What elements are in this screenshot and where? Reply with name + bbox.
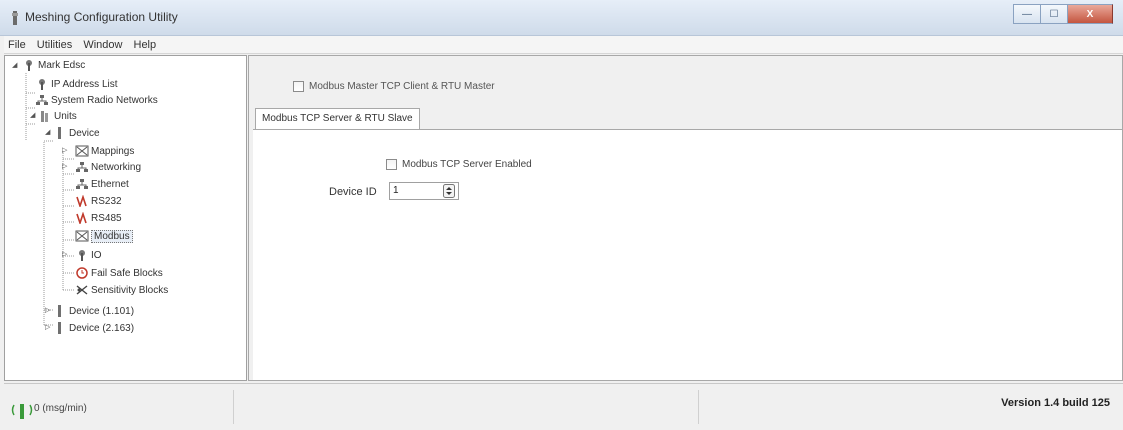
network-icon: [76, 162, 88, 173]
network-icon: [36, 95, 48, 106]
menu-bar: File Utilities Window Help: [4, 36, 1123, 54]
tab-modbus-tcp-server[interactable]: Modbus TCP Server & RTU Slave: [255, 108, 420, 130]
tree-item-ethernet[interactable]: Ethernet: [75, 177, 129, 192]
clock-icon: [76, 267, 88, 280]
message-rate: 0 (msg/min): [34, 403, 87, 414]
collapse-triangle-icon[interactable]: ◢: [45, 128, 53, 136]
status-cell-middle: [234, 390, 699, 424]
tree-label-sensitivity-blocks: Sensitivity Blocks: [91, 285, 169, 296]
tree-item-units[interactable]: Units: [38, 109, 77, 124]
radio-tower-icon: [26, 60, 32, 72]
expand-triangle-icon[interactable]: ▷: [62, 162, 70, 170]
navigation-tree[interactable]: ◢ Mark Edsc IP Address List System Radio…: [4, 55, 247, 381]
spinner-arrows-icon[interactable]: [443, 184, 455, 198]
tree-item-system-radio-networks[interactable]: System Radio Networks: [35, 93, 158, 108]
tree-item-ip-address-list[interactable]: IP Address List: [35, 77, 118, 92]
server-enabled-checkbox[interactable]: [386, 159, 397, 170]
network-icon: [76, 179, 88, 190]
device-id-value: 1: [393, 185, 399, 196]
tree-label-device-1-101: Device (1.101): [69, 306, 135, 317]
title-bar[interactable]: Meshing Configuration Utility — ☐ X: [0, 0, 1123, 36]
device-icon: [58, 322, 61, 335]
mappings-icon: [75, 230, 89, 242]
configuration-pane: Modbus Master TCP Client & RTU Master Mo…: [248, 55, 1123, 381]
device-id-input[interactable]: 1: [389, 182, 459, 200]
tree-item-modbus[interactable]: Modbus: [75, 229, 133, 244]
status-cell-rate: 0 (msg/min): [4, 390, 234, 424]
maximize-button[interactable]: ☐: [1040, 4, 1067, 24]
close-button[interactable]: X: [1067, 4, 1113, 24]
tree-label-networking: Networking: [91, 162, 142, 173]
serial-port-icon: [76, 212, 87, 225]
tree-item-sensitivity-blocks[interactable]: Sensitivity Blocks: [75, 283, 168, 298]
expand-triangle-icon[interactable]: ▷: [45, 323, 53, 331]
signal-icon: [11, 404, 33, 419]
tree-label-system-radio-networks: System Radio Networks: [51, 95, 158, 106]
tree-label-ethernet: Ethernet: [91, 179, 129, 190]
tree-label-root: Mark Edsc: [38, 60, 86, 71]
menu-file[interactable]: File: [4, 36, 30, 53]
tree-label-rs232: RS232: [91, 196, 122, 207]
tree-item-rs232[interactable]: RS232: [75, 194, 122, 209]
server-checkbox-row[interactable]: Modbus TCP Server Enabled: [386, 159, 532, 170]
expand-triangle-icon[interactable]: ▷: [45, 306, 53, 314]
tree-item-mappings[interactable]: Mappings: [75, 144, 134, 159]
version-label: Version 1.4 build 125: [1001, 397, 1110, 409]
tree-item-device-1-101[interactable]: Device (1.101): [53, 304, 134, 319]
menu-window[interactable]: Window: [79, 36, 126, 53]
application-window: Meshing Configuration Utility — ☐ X File…: [0, 0, 1123, 430]
tree-item-device[interactable]: Device: [53, 126, 100, 141]
radio-tower-icon: [39, 79, 45, 91]
sensitivity-icon: [76, 285, 88, 295]
tree-label-mappings: Mappings: [91, 146, 135, 157]
tree-label-rs485: RS485: [91, 213, 122, 224]
tree-item-rs485[interactable]: RS485: [75, 211, 122, 226]
master-checkbox-row[interactable]: Modbus Master TCP Client & RTU Master: [293, 81, 495, 92]
window-controls: — ☐ X: [1013, 4, 1113, 24]
tree-label-io: IO: [91, 250, 102, 261]
status-bar: 0 (msg/min) Version 1.4 build 125: [4, 383, 1123, 425]
menu-help[interactable]: Help: [130, 36, 161, 53]
tree-label-ip-address-list: IP Address List: [51, 79, 118, 90]
radio-tower-icon: [79, 250, 85, 262]
units-icon: [41, 111, 48, 123]
tree-label-units: Units: [54, 111, 77, 122]
device-icon: [58, 127, 61, 140]
tab-panel: Modbus TCP Server Enabled Device ID 1: [253, 129, 1122, 380]
tree-item-device-2-163[interactable]: Device (2.163): [53, 321, 134, 336]
app-icon: [12, 11, 18, 25]
device-icon: [58, 305, 61, 318]
tree-label-device-2-163: Device (2.163): [69, 323, 135, 334]
tree-item-fail-safe-blocks[interactable]: Fail Safe Blocks: [75, 266, 163, 281]
tree-item-io[interactable]: IO: [75, 248, 102, 263]
expand-triangle-icon[interactable]: ▷: [62, 250, 70, 258]
collapse-triangle-icon[interactable]: ◢: [12, 61, 20, 69]
tree-label-modbus: Modbus: [91, 230, 133, 243]
tree-item-root[interactable]: Mark Edsc: [22, 58, 85, 73]
expand-triangle-icon[interactable]: ▷: [62, 146, 70, 154]
master-checkbox-label: Modbus Master TCP Client & RTU Master: [309, 81, 495, 92]
tree-item-networking[interactable]: Networking: [75, 160, 141, 175]
tree-label-device: Device: [69, 128, 100, 139]
server-enabled-label: Modbus TCP Server Enabled: [402, 159, 532, 170]
minimize-button[interactable]: —: [1013, 4, 1040, 24]
collapse-triangle-icon[interactable]: ◢: [30, 111, 38, 119]
window-title: Meshing Configuration Utility: [25, 10, 178, 24]
tree-label-fail-safe-blocks: Fail Safe Blocks: [91, 268, 163, 279]
mappings-icon: [75, 145, 89, 157]
master-checkbox[interactable]: [293, 81, 304, 92]
device-id-label: Device ID: [329, 186, 377, 198]
serial-port-icon: [76, 195, 87, 208]
menu-utilities[interactable]: Utilities: [33, 36, 76, 53]
